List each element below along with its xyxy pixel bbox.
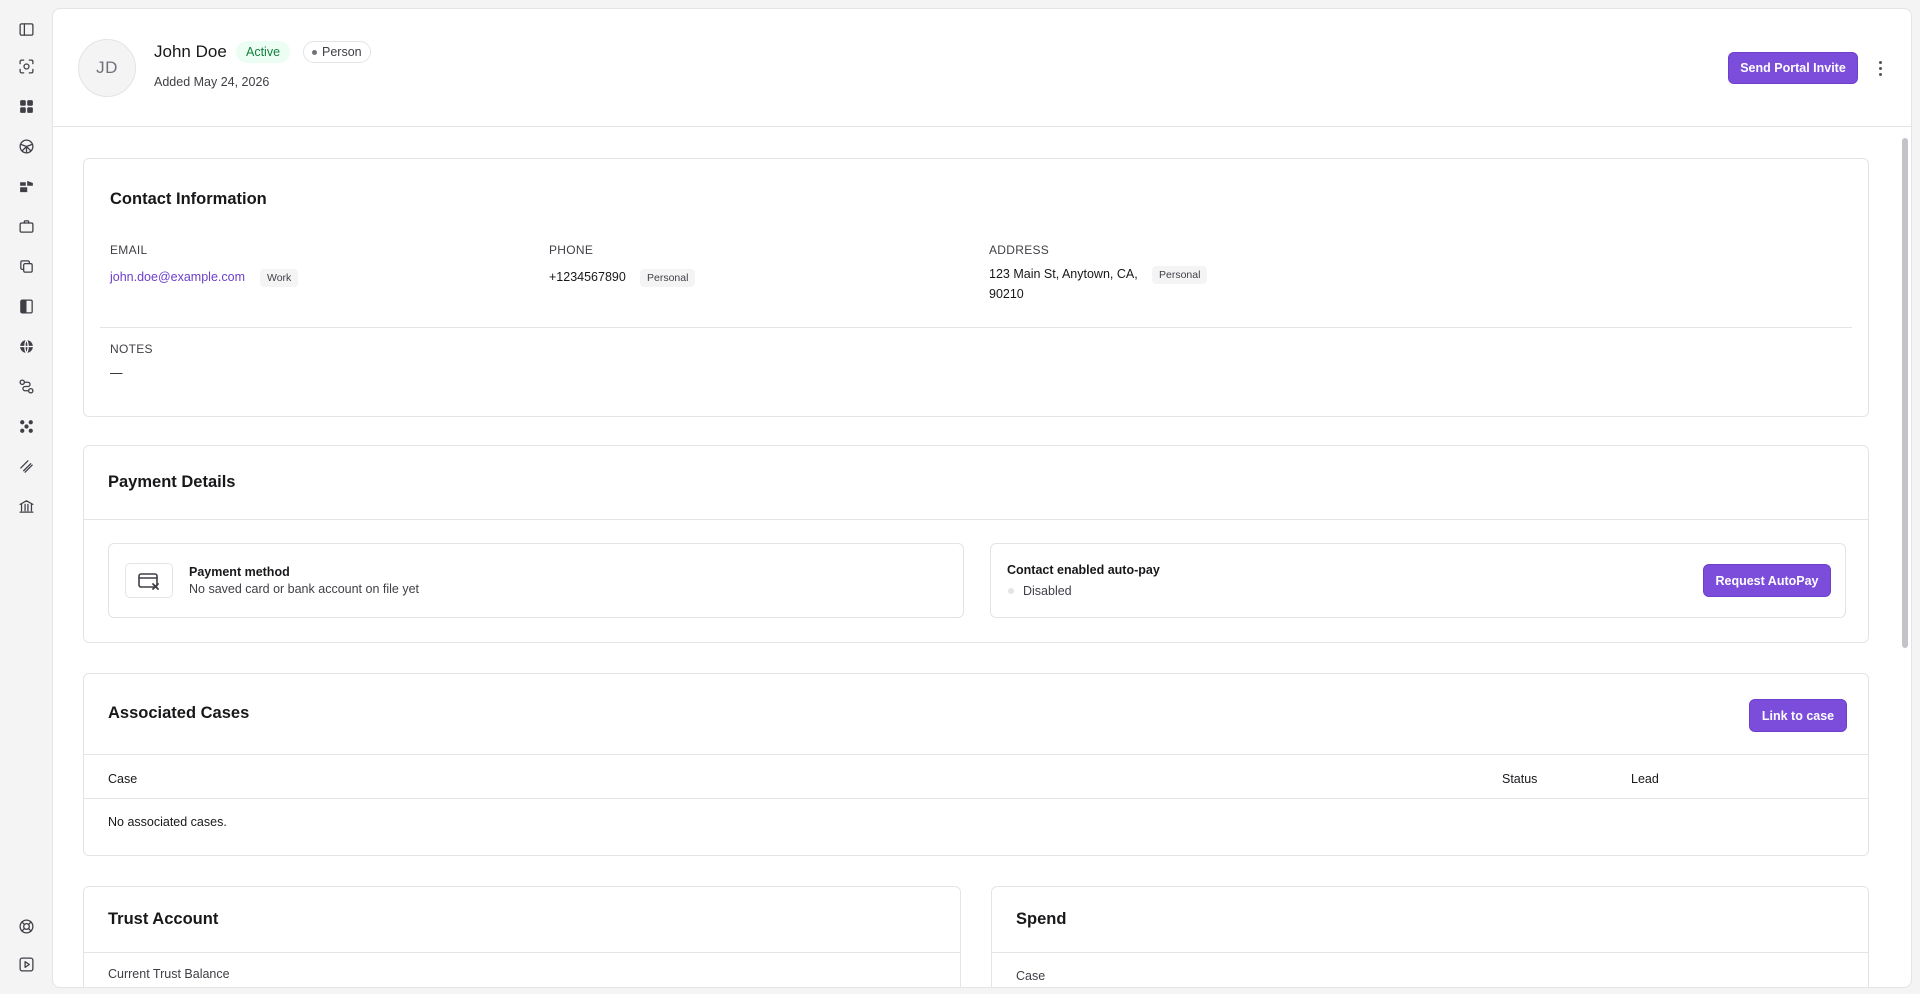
world-icon[interactable] — [14, 334, 38, 358]
card-title: Trust Account — [108, 910, 219, 928]
divider — [84, 952, 960, 953]
sidebar-rail — [0, 0, 52, 994]
email-label: EMAIL — [110, 243, 148, 257]
vertical-scrollbar[interactable] — [1902, 128, 1909, 987]
divider — [992, 952, 1868, 953]
link-to-case-button[interactable]: Link to case — [1749, 699, 1847, 732]
status-dot-icon — [1008, 588, 1014, 594]
bank-icon[interactable] — [14, 494, 38, 518]
play-icon[interactable] — [14, 952, 38, 976]
notes-value: — — [110, 366, 123, 380]
divider — [84, 754, 1868, 755]
contact-name: John Doe — [154, 42, 227, 61]
notes-label: NOTES — [110, 342, 153, 356]
trust-account-card: Trust Account Current Trust Balance — [83, 886, 961, 987]
briefcase-icon[interactable] — [14, 214, 38, 238]
address-tag: Personal — [1152, 266, 1208, 284]
layers-icon[interactable] — [14, 174, 38, 198]
divider — [100, 327, 1852, 328]
book-icon[interactable] — [14, 294, 38, 318]
payment-method-box: Payment method No saved card or bank acc… — [108, 543, 964, 618]
phone-label: PHONE — [549, 243, 594, 257]
autopay-label: Contact enabled auto-pay — [1007, 563, 1160, 577]
phone-value[interactable]: +1234567890 — [549, 267, 626, 287]
globe-icon[interactable] — [14, 134, 38, 158]
autopay-status: Disabled — [1023, 584, 1072, 598]
phone-tag: Personal — [640, 269, 696, 287]
card-title: Contact Information — [110, 190, 267, 208]
scrollbar-thumb[interactable] — [1902, 138, 1908, 648]
content-scroll[interactable]: Contact Information EMAIL john.doe@examp… — [53, 128, 1911, 987]
help-icon[interactable] — [14, 914, 38, 938]
trust-balance-label: Current Trust Balance — [108, 967, 230, 981]
column-header-status[interactable]: Status — [1502, 772, 1537, 786]
payment-method-desc: No saved card or bank account on file ye… — [189, 582, 419, 596]
email-tag: Work — [260, 269, 299, 287]
dashboard-icon[interactable] — [14, 94, 38, 118]
card-title: Spend — [1016, 910, 1067, 928]
autopay-box: Contact enabled auto-pay Disabled Reques… — [990, 543, 1846, 618]
empty-state: No associated cases. — [108, 815, 227, 829]
type-dot-icon — [312, 49, 317, 55]
divider — [84, 798, 1868, 799]
type-badge: Person — [303, 41, 371, 63]
route-icon[interactable] — [14, 374, 38, 398]
card-x-icon — [125, 563, 173, 598]
request-autopay-button[interactable]: Request AutoPay — [1703, 564, 1831, 597]
type-badge-label: Person — [322, 45, 362, 59]
address-line-1: 123 Main St, Anytown, CA, — [989, 267, 1138, 281]
card-title: Associated Cases — [108, 704, 250, 722]
status-badge: Active — [236, 41, 291, 63]
spend-card: Spend Case — [991, 886, 1869, 987]
contact-information-card: Contact Information EMAIL john.doe@examp… — [83, 158, 1869, 417]
divider — [84, 519, 1868, 520]
more-options-icon[interactable] — [1873, 57, 1887, 79]
avatar: JD — [78, 39, 136, 97]
payment-details-card: Payment Details Payment method No saved … — [83, 445, 1869, 643]
email-link[interactable]: john.doe@example.com — [110, 267, 245, 287]
associated-cases-card: Associated Cases Link to case Case Statu… — [83, 673, 1869, 856]
contact-detail-panel: JD John Doe Active Person Added May 24, … — [52, 8, 1912, 988]
column-header-case[interactable]: Case — [108, 772, 137, 786]
panel-toggle-icon[interactable] — [14, 17, 38, 41]
send-portal-invite-button[interactable]: Send Portal Invite — [1728, 52, 1858, 84]
ruler-icon[interactable] — [14, 454, 38, 478]
copy-icon[interactable] — [14, 254, 38, 278]
contacts-icon[interactable] — [14, 414, 38, 438]
scan-face-icon[interactable] — [14, 54, 38, 78]
spend-case-label: Case — [1016, 969, 1046, 983]
card-title: Payment Details — [108, 473, 236, 491]
added-date: Added May 24, 2026 — [154, 75, 270, 89]
contact-header: JD John Doe Active Person Added May 24, … — [53, 9, 1911, 127]
address-line-2: 90210 — [989, 287, 1024, 301]
address-label: ADDRESS — [989, 243, 1050, 257]
column-header-lead[interactable]: Lead — [1631, 772, 1659, 786]
